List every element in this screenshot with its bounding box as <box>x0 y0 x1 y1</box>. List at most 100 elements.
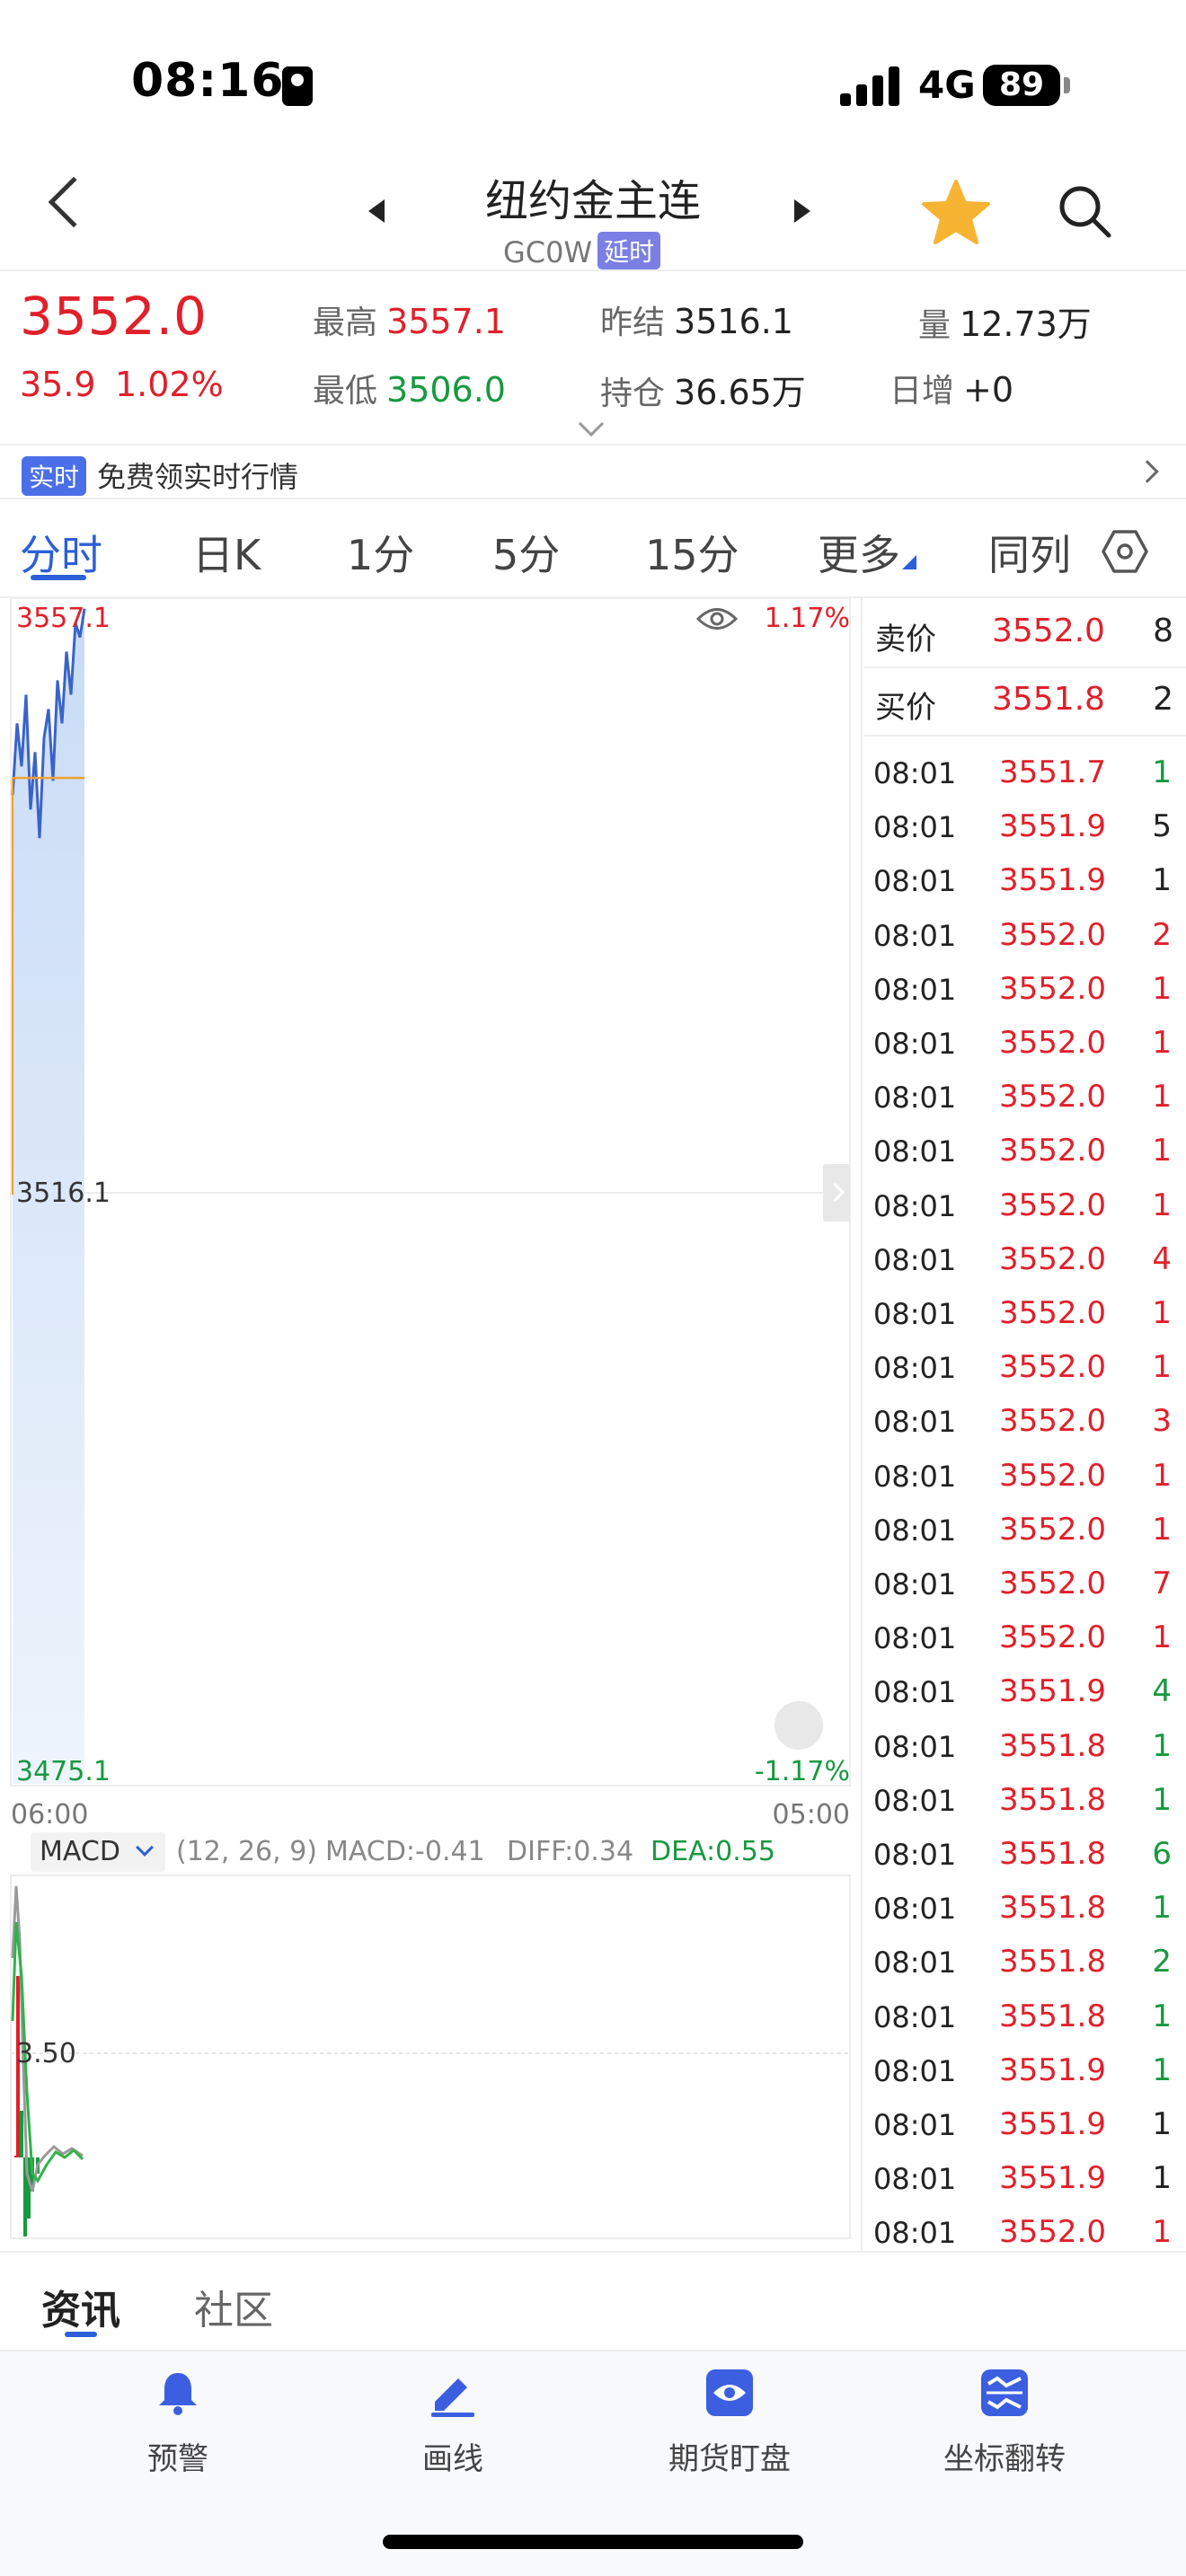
contract-code-line: GC0W 延时 <box>503 232 661 269</box>
tick-time: 08:01 <box>873 1892 957 1927</box>
orientation-lock-icon <box>282 66 313 106</box>
bell-icon <box>159 2373 197 2415</box>
tick-volume: 1 <box>1152 1998 1172 2034</box>
low-stat: 最低 3506.0 <box>313 365 506 411</box>
realtime-banner[interactable]: 实时 免费领实时行情 <box>0 444 1186 499</box>
eye-icon[interactable] <box>695 604 739 634</box>
tick-volume: 1 <box>1152 970 1172 1007</box>
search-icon[interactable] <box>1055 181 1114 241</box>
divider <box>0 269 1186 271</box>
tick-price: 3551.7 <box>999 754 1106 790</box>
tab-5min[interactable]: 5分 <box>492 523 560 582</box>
tick-row: 08:01 3551.9 1 <box>864 2097 1186 2151</box>
macd-panel-frame <box>10 1875 851 2239</box>
tick-time: 08:01 <box>873 2162 957 2197</box>
tick-time: 08:01 <box>873 810 957 845</box>
tick-row: 08:01 3552.0 7 <box>864 1557 1186 1610</box>
tick-time: 08:01 <box>873 1513 957 1548</box>
alert-button[interactable]: 预警 <box>70 2368 286 2478</box>
draw-line-button[interactable]: 画线 <box>345 2368 561 2478</box>
high-stat: 最高 3557.1 <box>313 296 506 343</box>
tick-price: 3551.9 <box>999 2160 1106 2197</box>
tick-price: 3552.0 <box>999 2214 1106 2251</box>
prev-settle-label: 昨结 <box>600 304 666 341</box>
futures-watch-button[interactable]: 期货盯盘 <box>622 2368 837 2478</box>
tick-row: 08:01 3551.9 4 <box>864 1664 1186 1718</box>
side-panel-handle[interactable] <box>823 1164 850 1222</box>
tick-volume: 1 <box>1152 1727 1172 1764</box>
tick-time: 08:01 <box>873 1027 957 1061</box>
tick-price: 3552.0 <box>999 1025 1106 1061</box>
tick-time: 08:01 <box>873 918 957 953</box>
tick-price: 3551.8 <box>999 1727 1106 1764</box>
chevron-right-icon <box>1136 460 1159 483</box>
tab-15min[interactable]: 15分 <box>645 523 739 582</box>
tick-volume: 6 <box>1152 1836 1172 1872</box>
tick-time: 08:01 <box>873 2216 957 2251</box>
divider <box>0 2251 1186 2253</box>
battery-level: 89 <box>983 65 1060 106</box>
tick-price: 3552.0 <box>999 1079 1106 1116</box>
tick-volume: 5 <box>1152 808 1172 845</box>
tick-time: 08:01 <box>873 1297 957 1331</box>
more-dropdown-icon <box>902 555 916 569</box>
tick-row: 08:01 3551.8 1 <box>864 1989 1186 2043</box>
timeshare-chart[interactable]: 3557.1 1.17% 3516.1 3475.1 -1.17% 06:00 … <box>0 598 863 2251</box>
tick-price: 3552.0 <box>999 916 1106 953</box>
delay-badge: 延时 <box>597 232 661 269</box>
tab-compare[interactable]: 同列 <box>988 523 1071 582</box>
expand-quote-icon[interactable] <box>578 410 605 437</box>
tick-price: 3552.0 <box>999 1187 1106 1223</box>
ask-volume: 8 <box>1153 613 1173 649</box>
tab-community[interactable]: 社区 <box>194 2278 273 2335</box>
tick-time: 08:01 <box>873 1783 957 1818</box>
indicator-select[interactable]: MACD <box>31 1832 165 1872</box>
tick-price: 3551.9 <box>999 808 1106 845</box>
price-change: 35.9 <box>20 365 96 404</box>
divider <box>864 735 1186 737</box>
y-mid-label: 3516.1 <box>16 1178 111 1209</box>
tick-volume: 1 <box>1152 2051 1172 2088</box>
tab-daily-k[interactable]: 日K <box>192 523 261 582</box>
ask-row: 卖价 3552.0 8 <box>864 600 1186 665</box>
tab-1min[interactable]: 1分 <box>347 523 414 582</box>
pct-bottom-label: -1.17% <box>755 1756 850 1787</box>
tick-volume: 1 <box>1152 862 1172 899</box>
next-contract-icon[interactable] <box>794 199 810 223</box>
low-value: 3506.0 <box>386 370 506 410</box>
tick-time: 08:01 <box>873 1188 957 1223</box>
tab-timeshare[interactable]: 分时 <box>20 523 102 582</box>
volume-stat: 量 12.73万 <box>918 296 1092 346</box>
tab-news[interactable]: 资讯 <box>41 2278 120 2335</box>
open-interest-label: 持仓 <box>600 375 666 412</box>
cellular-signal-icon <box>840 65 903 106</box>
tick-volume: 1 <box>1152 1511 1172 1548</box>
flip-axis-button[interactable]: 坐标翻转 <box>897 2368 1112 2478</box>
tick-price: 3552.0 <box>999 1133 1106 1169</box>
tick-volume: 1 <box>1152 1619 1172 1656</box>
tick-volume: 4 <box>1152 1673 1172 1710</box>
tick-time: 08:01 <box>873 1675 957 1710</box>
banner-text: 免费领实时行情 <box>97 460 299 494</box>
tick-price: 3552.0 <box>999 1295 1106 1331</box>
back-icon[interactable] <box>48 176 100 228</box>
tick-price: 3551.8 <box>999 1998 1106 2034</box>
macd-axis-label: 3.50 <box>16 2038 76 2069</box>
chart-settings-icon[interactable] <box>1102 528 1148 575</box>
tick-price: 3552.0 <box>999 1566 1106 1601</box>
high-value: 3557.1 <box>386 302 506 341</box>
tick-row: 08:01 3552.0 1 <box>864 1286 1186 1340</box>
tab-more[interactable]: 更多 <box>818 523 900 582</box>
tick-row: 08:01 3552.0 1 <box>864 1178 1186 1232</box>
favorite-star-icon[interactable] <box>920 176 992 248</box>
tick-time: 08:01 <box>873 1999 957 2034</box>
tick-volume: 1 <box>1152 1079 1172 1116</box>
fullscreen-icon[interactable] <box>774 1701 823 1750</box>
tick-row: 08:01 3552.0 1 <box>864 1124 1186 1178</box>
tick-row: 08:01 3551.9 1 <box>864 2043 1186 2097</box>
tick-row: 08:01 3552.0 1 <box>864 1503 1186 1557</box>
prev-contract-icon[interactable] <box>368 199 385 223</box>
tick-time: 08:01 <box>873 1621 957 1656</box>
tick-volume: 1 <box>1152 1349 1172 1386</box>
tick-row: 08:01 3552.0 1 <box>864 1449 1186 1503</box>
